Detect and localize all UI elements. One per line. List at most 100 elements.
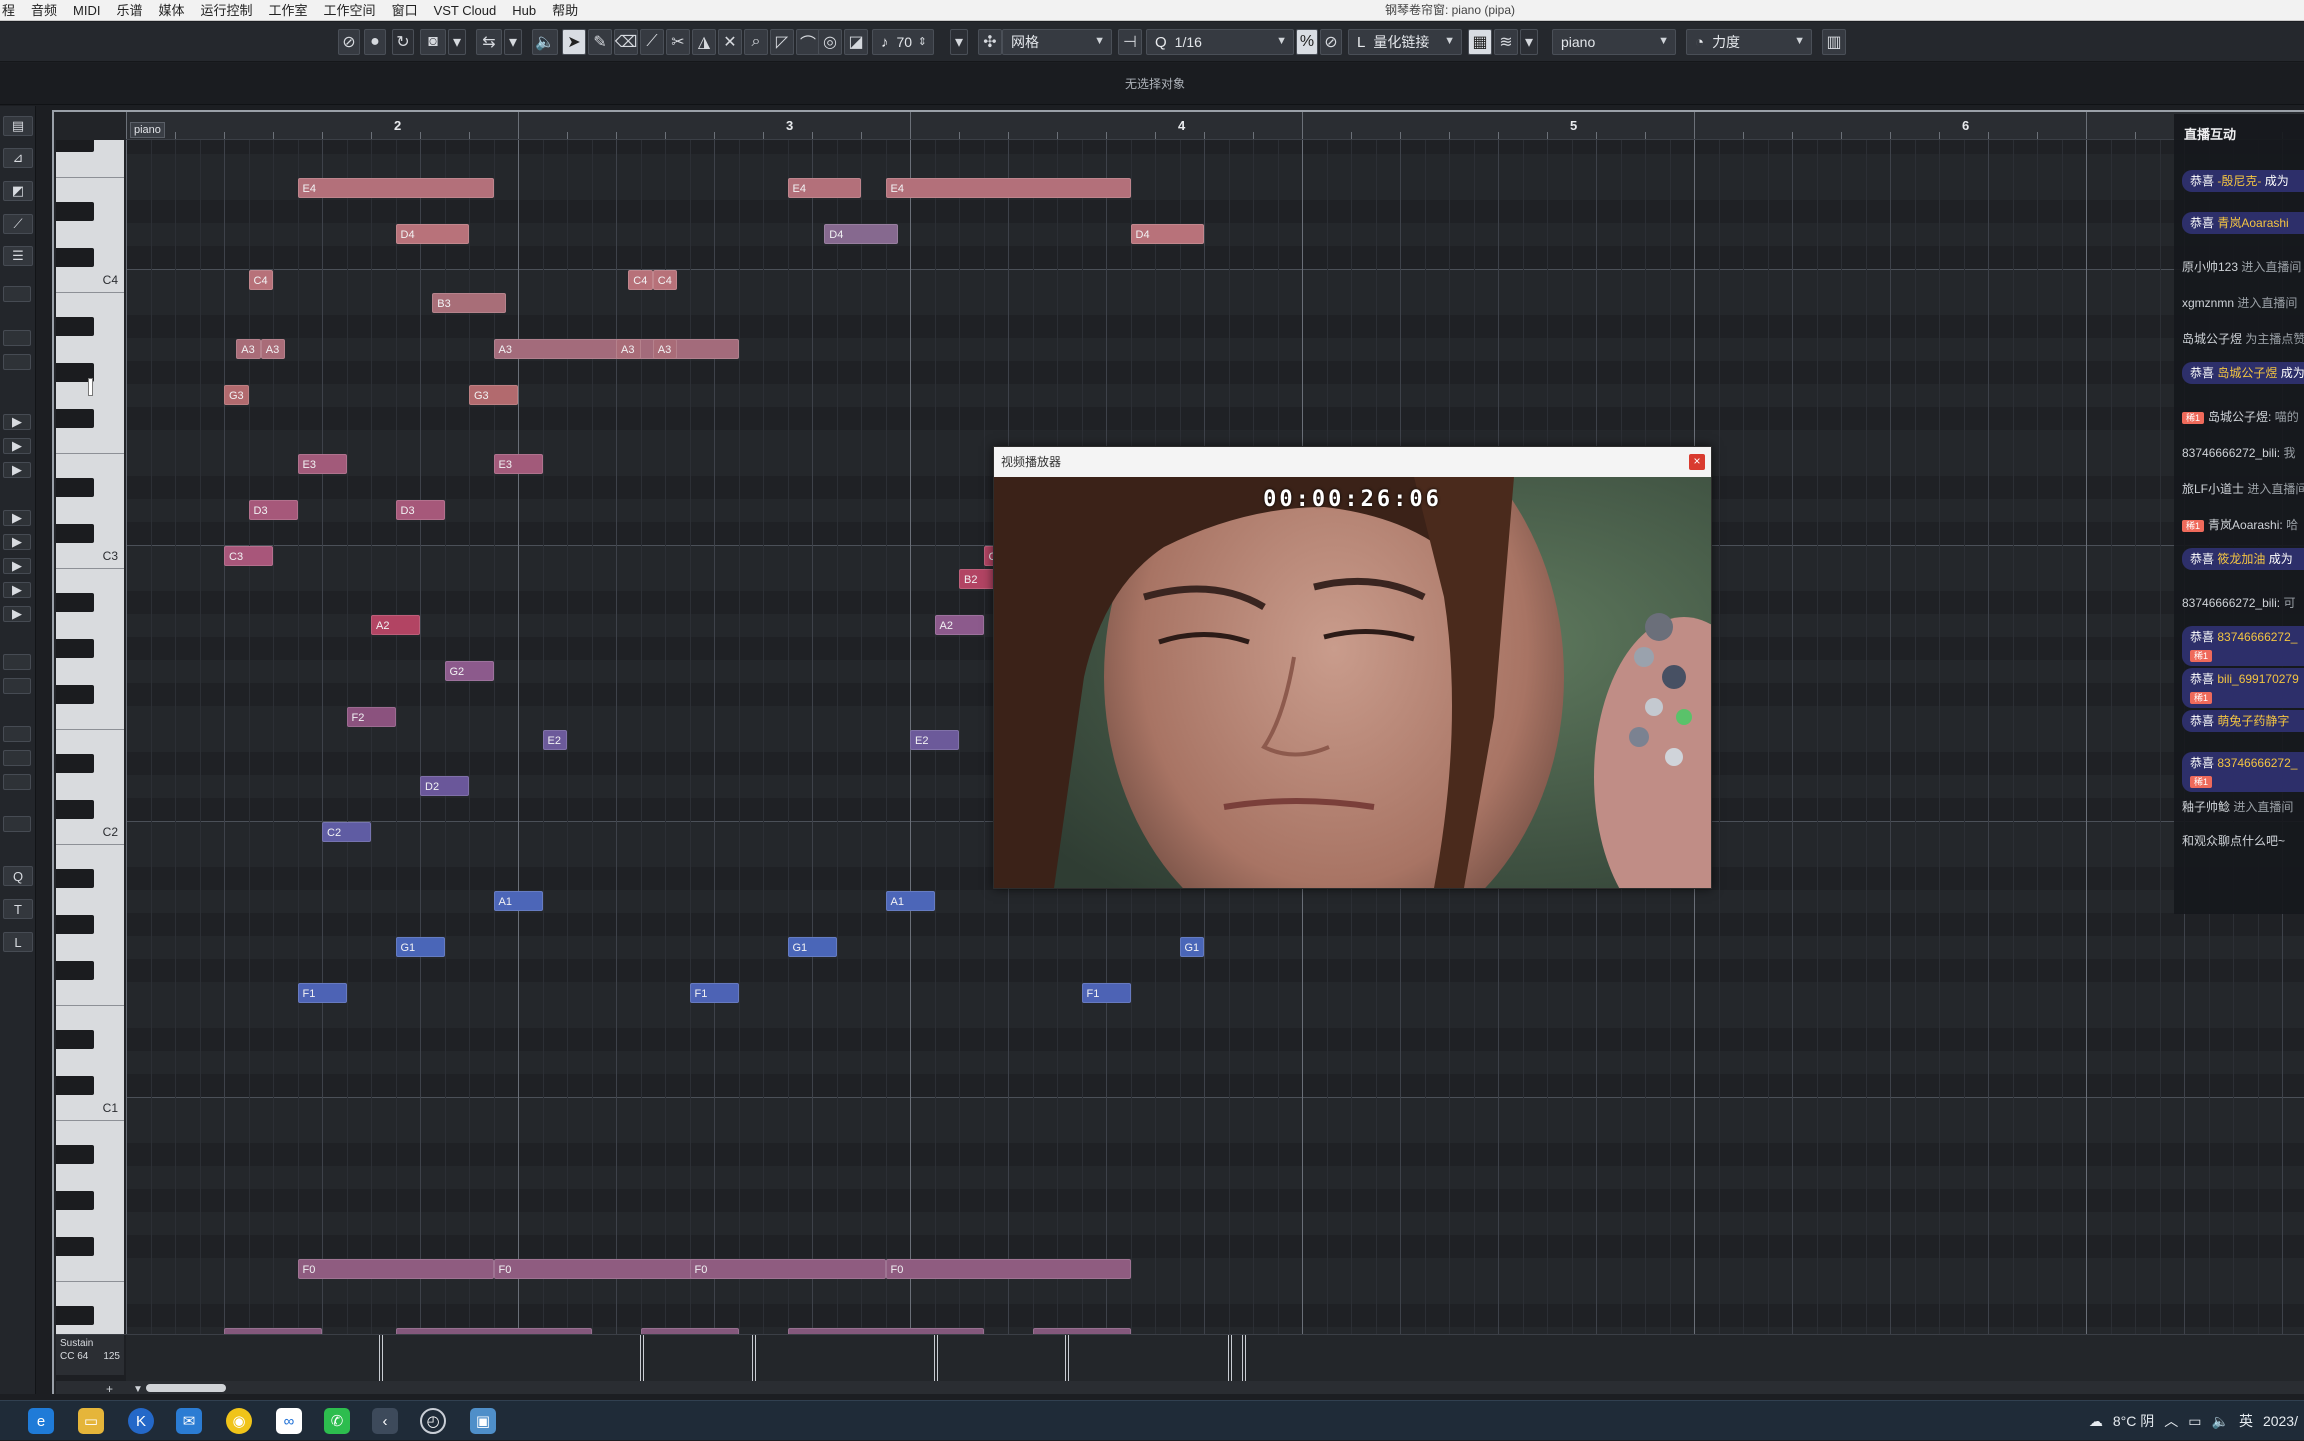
black-key[interactable] <box>56 961 94 980</box>
midi-note[interactable]: C4 <box>628 270 653 290</box>
black-key[interactable] <box>56 1076 94 1095</box>
cc-event[interactable] <box>640 1335 645 1381</box>
black-key[interactable] <box>56 248 94 267</box>
midi-note[interactable]: A3 <box>616 339 641 359</box>
edge-icon[interactable]: e <box>28 1408 54 1434</box>
expand-icon[interactable]: ▶ <box>3 606 31 622</box>
midi-note[interactable]: G3 <box>469 385 518 405</box>
midi-note[interactable]: F1 <box>297 983 347 1003</box>
midi-note[interactable]: A2 <box>371 615 420 635</box>
pointer-tool-icon[interactable]: ➤ <box>562 29 586 55</box>
midi-note[interactable]: G1 <box>787 937 837 957</box>
midi-note[interactable]: A3 <box>652 339 678 359</box>
cc-event[interactable] <box>379 1335 384 1381</box>
midi-note[interactable]: A3 <box>260 339 286 359</box>
midi-note[interactable]: G1 <box>1179 937 1204 957</box>
quantize-panel-icon[interactable]: Q <box>3 866 33 886</box>
midi-note[interactable]: D2 <box>420 776 469 796</box>
black-key[interactable] <box>56 869 94 888</box>
black-key[interactable] <box>56 478 94 497</box>
panel-slot[interactable] <box>3 774 31 790</box>
track-select[interactable]: piano ▼ <box>1552 29 1676 55</box>
expand-icon[interactable]: ▶ <box>3 462 31 478</box>
network-icon[interactable]: ▭ <box>2188 1413 2201 1430</box>
quantize-select[interactable]: Q 1/16 ▼ <box>1146 29 1294 55</box>
edit-in-place-icon[interactable]: ◪ <box>844 29 868 55</box>
black-key[interactable] <box>56 524 94 543</box>
midi-note[interactable]: F0 <box>297 1259 494 1279</box>
midi-note[interactable]: E3 <box>297 454 347 474</box>
solo-icon[interactable]: ⊘ <box>338 29 360 55</box>
expand-icon[interactable]: ▶ <box>3 414 31 430</box>
add-lane-button[interactable]: + <box>106 1382 113 1394</box>
trim-tool-icon[interactable]: ⟋ <box>640 29 664 55</box>
cubase-icon[interactable]: ‹ <box>372 1408 398 1434</box>
keyboard-scroll-thumb[interactable] <box>88 378 93 396</box>
drum-tool-icon[interactable]: ◎ <box>818 29 842 55</box>
black-key[interactable] <box>56 409 94 428</box>
weather-icon[interactable]: ☁ <box>2089 1413 2103 1430</box>
midi-note[interactable]: C3 <box>224 546 273 566</box>
menu-item-1[interactable]: 音频 <box>23 0 65 21</box>
horizontal-scrollbar[interactable] <box>146 1384 226 1392</box>
chord-icon[interactable]: ◩ <box>3 181 33 201</box>
panel-slot[interactable] <box>3 816 31 832</box>
chrome-icon[interactable]: ◉ <box>226 1408 252 1434</box>
black-key[interactable] <box>56 915 94 934</box>
chevron-down-icon[interactable]: ▾ <box>950 29 968 55</box>
baidu-netdisk-icon[interactable]: ∞ <box>276 1408 302 1434</box>
edit-icon[interactable]: ⟋ <box>3 214 33 234</box>
midi-note[interactable]: G1 <box>395 937 445 957</box>
menu-item-2[interactable]: MIDI <box>65 0 108 21</box>
speaker-icon[interactable]: 🔈 <box>532 29 558 55</box>
black-key[interactable] <box>56 140 94 152</box>
midi-note[interactable]: D4 <box>395 224 469 244</box>
transpose-panel-icon[interactable]: T <box>3 899 33 919</box>
black-key[interactable] <box>56 1237 94 1256</box>
midi-note[interactable]: C4 <box>652 270 678 290</box>
snap-icon[interactable]: ✣ <box>978 29 1002 55</box>
glue-tool-icon[interactable]: ◮ <box>692 29 716 55</box>
black-key[interactable] <box>56 1306 94 1325</box>
black-key[interactable] <box>56 317 94 336</box>
cc-event[interactable] <box>751 1335 756 1381</box>
wechat-icon[interactable]: ✆ <box>324 1408 350 1434</box>
midi-note[interactable]: G2 <box>444 661 494 681</box>
video-player-window[interactable]: 视频播放器 × 00:00:26:06 <box>993 446 1712 889</box>
black-key[interactable] <box>56 1191 94 1210</box>
cc-lane-label[interactable]: Sustain CC 64 125 <box>56 1335 124 1375</box>
kugou-icon[interactable]: K <box>128 1408 154 1434</box>
midi-note[interactable]: E3 <box>493 454 543 474</box>
piano-keyboard[interactable]: C4 C3 C2 C1 <box>56 140 124 1334</box>
video-player-app-icon[interactable]: ▣ <box>470 1408 496 1434</box>
quantize-mode-select[interactable]: L 量化链接 ▼ <box>1348 29 1462 55</box>
panel-slot[interactable] <box>3 354 31 370</box>
midi-note[interactable]: F0 <box>689 1259 886 1279</box>
menu-item-3[interactable]: 乐谱 <box>108 0 150 21</box>
menu-item-4[interactable]: 媒体 <box>151 0 193 21</box>
velocity-field[interactable]: ♪ 70 ⇕ <box>872 29 934 55</box>
midi-note[interactable]: F0 <box>885 1259 1131 1279</box>
clock-app-icon[interactable]: ◴ <box>420 1408 446 1434</box>
cc-event[interactable] <box>1065 1335 1070 1381</box>
midi-note[interactable]: E2 <box>910 730 959 750</box>
midi-note[interactable]: E4 <box>297 178 494 198</box>
chevron-down-icon[interactable]: ▾ <box>1520 29 1538 55</box>
cc-event[interactable] <box>934 1335 939 1381</box>
black-key[interactable] <box>56 639 94 658</box>
chevron-down-icon[interactable]: ▾ <box>504 29 522 55</box>
panel-slot[interactable] <box>3 286 31 302</box>
grid-view-icon[interactable]: ▦ <box>1468 29 1492 55</box>
timeline-ruler[interactable]: 2 3 4 5 6 <box>126 112 2304 140</box>
menu-item-9[interactable]: VST Cloud <box>426 0 505 21</box>
menu-item-6[interactable]: 工作室 <box>261 0 316 21</box>
curve-tool-icon[interactable]: ⌒ <box>796 29 820 55</box>
chat-input[interactable]: 和观众聊点什么吧~ <box>2182 832 2285 850</box>
black-key[interactable] <box>56 1030 94 1049</box>
eraser-tool-icon[interactable]: ⌫ <box>614 29 638 55</box>
midi-note[interactable]: D4 <box>824 224 898 244</box>
file-explorer-icon[interactable]: ▭ <box>78 1408 104 1434</box>
lanes-icon[interactable]: ≋ <box>1494 29 1518 55</box>
chevron-down-icon[interactable]: ▾ <box>448 29 466 55</box>
pencil-tool-icon[interactable]: ✎ <box>588 29 612 55</box>
